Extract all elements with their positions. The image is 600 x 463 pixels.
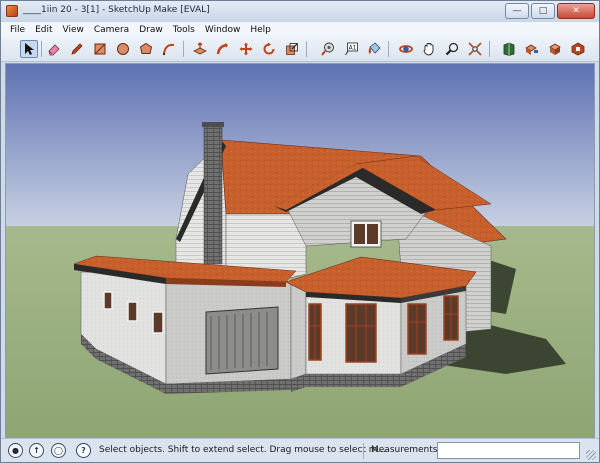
move-tool-button[interactable] xyxy=(237,40,255,58)
rectangle-tool-button[interactable] xyxy=(91,40,109,58)
sketchup-app-icon[interactable] xyxy=(6,5,18,17)
circle-icon xyxy=(117,43,129,55)
extension-warehouse-icon xyxy=(571,42,585,56)
toolbar-separator xyxy=(306,41,307,57)
close-icon: ✕ xyxy=(572,5,580,16)
pencil-icon xyxy=(71,43,83,55)
follow-me-icon xyxy=(216,43,228,55)
getting-started-toolbar: A1 xyxy=(1,37,599,62)
circle-tool-button[interactable] xyxy=(114,40,132,58)
rotate-tool-button[interactable] xyxy=(260,40,278,58)
menu-help[interactable]: Help xyxy=(245,25,276,35)
measurements-label: Measurements xyxy=(371,445,438,455)
status-hint: Select objects. Shift to extend select. … xyxy=(99,445,387,455)
geo-location-icon[interactable]: ● xyxy=(8,443,23,458)
orbit-tool-button[interactable] xyxy=(397,40,415,58)
menu-window[interactable]: Window xyxy=(200,25,246,35)
select-icon xyxy=(25,43,34,55)
toolbar-separator xyxy=(388,41,389,57)
paint-bucket-tool-button[interactable] xyxy=(365,40,383,58)
rotate-icon xyxy=(263,42,275,55)
pan-icon xyxy=(423,43,434,56)
dormer-window-pane-left xyxy=(354,224,365,244)
push-pull-tool-button[interactable] xyxy=(191,40,209,58)
tape-measure-icon xyxy=(321,42,334,56)
toolbar-separator xyxy=(41,41,42,57)
bay-left-wall xyxy=(290,281,307,380)
house-model-scene[interactable] xyxy=(6,64,595,438)
chimney xyxy=(203,123,223,265)
zoom-extents-tool-button[interactable] xyxy=(466,40,484,58)
move-icon xyxy=(239,42,253,56)
tape-measure-tool-button[interactable] xyxy=(319,40,337,58)
minimize-button[interactable]: — xyxy=(505,3,529,19)
model-viewport[interactable] xyxy=(5,63,595,438)
scale-tool-button[interactable] xyxy=(283,40,301,58)
status-divider xyxy=(363,443,364,459)
user-account-icon[interactable]: ◯ xyxy=(51,443,66,458)
menu-view[interactable]: View xyxy=(58,25,89,35)
garage-window-1 xyxy=(103,291,113,310)
menu-edit[interactable]: Edit xyxy=(30,25,57,35)
select-tool-button[interactable] xyxy=(20,40,38,58)
extension-warehouse-tool-button[interactable] xyxy=(569,40,587,58)
bay-window-center xyxy=(345,303,377,363)
share-model-icon xyxy=(525,44,538,55)
paint-bucket-icon xyxy=(368,42,381,54)
pan-tool-button[interactable] xyxy=(420,40,438,58)
warehouse-icon xyxy=(503,42,515,56)
menu-camera[interactable]: Camera xyxy=(89,25,134,35)
menu-draw[interactable]: Draw xyxy=(134,25,168,35)
arc-tool-button[interactable] xyxy=(160,40,178,58)
maximize-icon: □ xyxy=(538,5,548,16)
components-icon xyxy=(549,43,561,55)
credits-icon[interactable]: ↑ xyxy=(29,443,44,458)
menu-bar: File Edit View Camera Draw Tools Window … xyxy=(1,22,599,37)
follow-me-tool-button[interactable] xyxy=(214,40,232,58)
text-icon: A1 xyxy=(345,42,358,56)
garage-window-3 xyxy=(152,311,164,334)
chimney-cap xyxy=(202,122,224,127)
rectangle-icon xyxy=(94,43,106,55)
zoom-icon xyxy=(445,42,459,56)
zoom-extents-icon xyxy=(468,42,482,56)
window-controls: — □ ✕ xyxy=(505,3,595,19)
minimize-icon: — xyxy=(512,5,522,16)
text-icon-glyph: A1 xyxy=(349,45,357,52)
garage-window-2 xyxy=(127,301,138,322)
pencil-tool-button[interactable] xyxy=(68,40,86,58)
arc-icon xyxy=(162,43,175,56)
toolbar-separator xyxy=(183,41,184,57)
close-button[interactable]: ✕ xyxy=(557,3,595,19)
orbit-icon xyxy=(399,45,413,53)
sketchup-window: ____1iin 20 - 3[1] - SketchUp Make [EVAL… xyxy=(0,0,600,463)
eraser-icon xyxy=(48,44,60,56)
warehouse-tool-button[interactable] xyxy=(500,40,518,58)
zoom-tool-button[interactable] xyxy=(443,40,461,58)
window-title: ____1iin 20 - 3[1] - SketchUp Make [EVAL… xyxy=(23,5,210,15)
menu-tools[interactable]: Tools xyxy=(168,25,200,35)
eraser-tool-button[interactable] xyxy=(45,40,63,58)
push-pull-icon xyxy=(193,42,207,55)
title-bar[interactable]: ____1iin 20 - 3[1] - SketchUp Make [EVAL… xyxy=(1,1,599,22)
scale-icon xyxy=(286,43,298,55)
polygon-tool-button[interactable] xyxy=(137,40,155,58)
measurements-input[interactable] xyxy=(437,442,580,459)
polygon-icon xyxy=(139,42,153,54)
menu-file[interactable]: File xyxy=(5,25,30,35)
components-tool-button[interactable] xyxy=(546,40,564,58)
resize-grip[interactable] xyxy=(586,450,596,460)
help-icon[interactable]: ? xyxy=(76,443,91,458)
text-tool-button[interactable]: A1 xyxy=(342,40,360,58)
dormer-window-pane-right xyxy=(367,224,378,244)
share-model-tool-button[interactable] xyxy=(523,40,541,58)
maximize-button[interactable]: □ xyxy=(531,3,555,19)
toolbar-separator xyxy=(489,41,490,57)
status-bar: ● ↑ ◯ ? Select objects. Shift to extend … xyxy=(1,438,599,462)
